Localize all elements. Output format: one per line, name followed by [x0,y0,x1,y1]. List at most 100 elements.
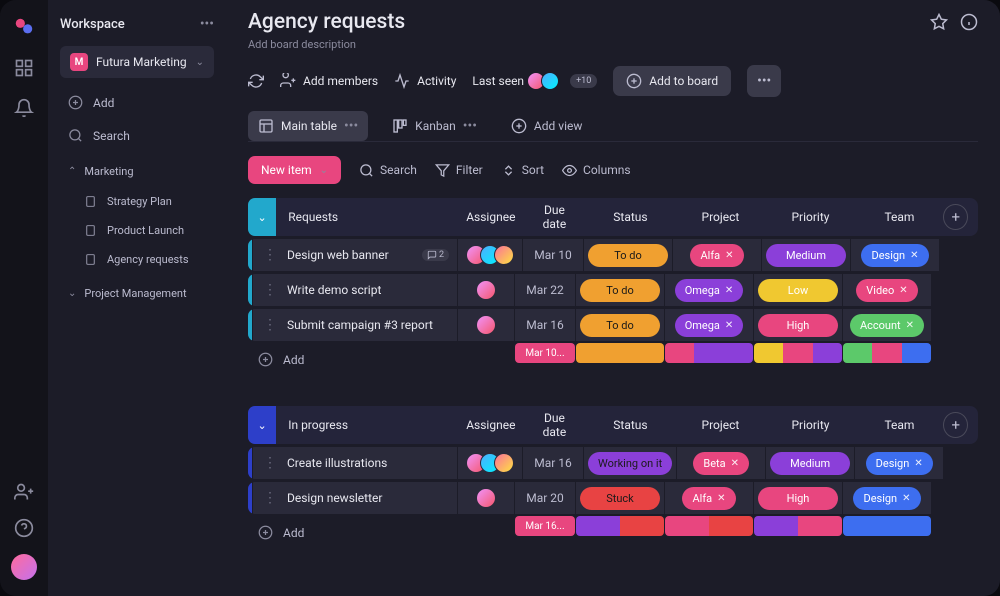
cell-due[interactable]: Mar 16 [523,447,583,479]
drag-handle-icon[interactable]: ⋮ [263,490,277,506]
activity-button[interactable]: Activity [394,73,456,89]
cell-status[interactable]: Stuck [576,482,664,514]
tab-kanban[interactable]: Kanban ••• [382,111,487,141]
group-collapse-toggle[interactable]: ⌄ [248,406,276,444]
refresh-icon[interactable] [248,73,264,89]
cell-priority[interactable]: Medium [762,239,850,271]
add-user-icon[interactable] [14,482,34,502]
sidebar-add[interactable]: Add [60,88,214,117]
drag-handle-icon[interactable]: ⋮ [263,455,277,471]
remove-icon[interactable]: ✕ [910,250,918,261]
cell-team[interactable]: Design✕ [851,239,939,271]
comment-count[interactable]: 2 [422,249,449,261]
cell-name[interactable]: ⋮ Create illustrations [253,447,457,479]
sidebar-search[interactable]: Search [60,121,214,150]
sidebar-section-marketing[interactable]: ⌃ Marketing [60,158,214,185]
cell-status[interactable]: To do [576,309,664,341]
sidebar-section-project-mgmt[interactable]: ⌄ Project Management [60,280,214,307]
more-icon[interactable]: ••• [747,65,781,97]
cell-project[interactable]: Omega✕ [665,309,753,341]
cell-priority[interactable]: High [754,482,842,514]
col-assignee[interactable]: Assignee [458,210,523,224]
table-row[interactable]: ⋮ Design newsletter Mar 20 Stuck Alfa✕ H… [248,482,978,514]
cell-assignee[interactable] [458,447,522,479]
remove-icon[interactable]: ✕ [725,285,733,296]
drag-handle-icon[interactable]: ⋮ [263,247,277,263]
remove-icon[interactable]: ✕ [899,285,907,296]
cell-status[interactable]: Working on it [584,447,676,479]
bell-icon[interactable] [14,98,34,118]
col-name[interactable]: Requests [276,210,458,224]
cell-status[interactable]: To do [584,239,672,271]
cell-assignee[interactable] [458,274,514,306]
cell-due[interactable]: Mar 22 [515,274,575,306]
add-row-button[interactable]: Add [248,343,448,376]
cell-project[interactable]: Alfa✕ [673,239,761,271]
table-row[interactable]: ⋮ Create illustrations Mar 16 Working on… [248,447,978,479]
col-due[interactable]: Due date [523,411,585,439]
cell-priority[interactable]: High [754,309,842,341]
tab-main-table[interactable]: Main table ••• [248,111,368,141]
cell-due[interactable]: Mar 16 [515,309,575,341]
add-row-button[interactable]: Add [248,516,448,549]
user-avatar[interactable] [11,554,37,580]
tab-menu-icon[interactable]: ••• [344,118,358,134]
cell-name[interactable]: ⋮ Design newsletter [253,482,457,514]
help-icon[interactable] [14,518,34,538]
cell-team[interactable]: Account✕ [843,309,931,341]
cell-team[interactable]: Design✕ [843,482,931,514]
table-row[interactable]: ⋮ Design web banner 2 Mar 10 To do Alfa✕… [248,239,978,271]
col-team[interactable]: Team [855,418,943,432]
cell-team[interactable]: Video✕ [843,274,931,306]
remove-icon[interactable]: ✕ [725,250,733,261]
sidebar-item-agency-requests[interactable]: Agency requests [60,247,214,272]
col-priority[interactable]: Priority [765,418,855,432]
cell-project[interactable]: Alfa✕ [665,482,753,514]
star-icon[interactable] [930,13,948,31]
workspace-selector[interactable]: M Futura Marketing ⌄ [60,46,214,78]
remove-icon[interactable]: ✕ [731,458,739,469]
add-to-board-button[interactable]: Add to board [613,66,731,96]
remove-icon[interactable]: ✕ [914,458,922,469]
col-due[interactable]: Due date [523,203,585,231]
sidebar-item-product-launch[interactable]: Product Launch [60,218,214,243]
cell-priority[interactable]: Medium [766,447,854,479]
cell-status[interactable]: To do [576,274,664,306]
drag-handle-icon[interactable]: ⋮ [263,317,277,333]
last-seen[interactable]: Last seen +10 [472,72,597,90]
sort-control[interactable]: Sort [501,163,544,178]
table-row[interactable]: ⋮ Write demo script Mar 22 To do Omega✕ … [248,274,978,306]
add-view-button[interactable]: Add view [501,111,592,141]
col-project[interactable]: Project [675,418,765,432]
filter-control[interactable]: Filter [435,163,483,178]
remove-icon[interactable]: ✕ [902,493,910,504]
cell-assignee[interactable] [458,309,514,341]
col-priority[interactable]: Priority [765,210,855,224]
col-team[interactable]: Team [855,210,943,224]
grid-icon[interactable] [14,58,34,78]
new-item-button[interactable]: New item ⌄ [248,156,341,184]
add-column-button[interactable]: + [943,412,968,438]
cell-name[interactable]: ⋮ Write demo script [253,274,457,306]
group-collapse-toggle[interactable]: ⌄ [248,198,276,236]
add-members-button[interactable]: Add members [280,73,378,89]
col-project[interactable]: Project [675,210,765,224]
workspace-menu-icon[interactable]: ••• [200,16,214,32]
cell-assignee[interactable] [458,482,514,514]
col-assignee[interactable]: Assignee [458,418,523,432]
col-name[interactable]: In progress [276,418,458,432]
drag-handle-icon[interactable]: ⋮ [263,282,277,298]
cell-name[interactable]: ⋮ Submit campaign #3 report [253,309,457,341]
cell-due[interactable]: Mar 10 [523,239,583,271]
tab-menu-icon[interactable]: ••• [463,118,477,134]
remove-icon[interactable]: ✕ [725,320,733,331]
cell-team[interactable]: Design✕ [855,447,943,479]
search-control[interactable]: Search [359,163,417,178]
columns-control[interactable]: Columns [562,163,631,178]
cell-name[interactable]: ⋮ Design web banner 2 [253,239,457,271]
info-icon[interactable] [960,13,978,31]
table-row[interactable]: ⋮ Submit campaign #3 report Mar 16 To do… [248,309,978,341]
col-status[interactable]: Status [585,210,675,224]
remove-icon[interactable]: ✕ [906,320,914,331]
sidebar-item-strategy[interactable]: Strategy Plan [60,189,214,214]
